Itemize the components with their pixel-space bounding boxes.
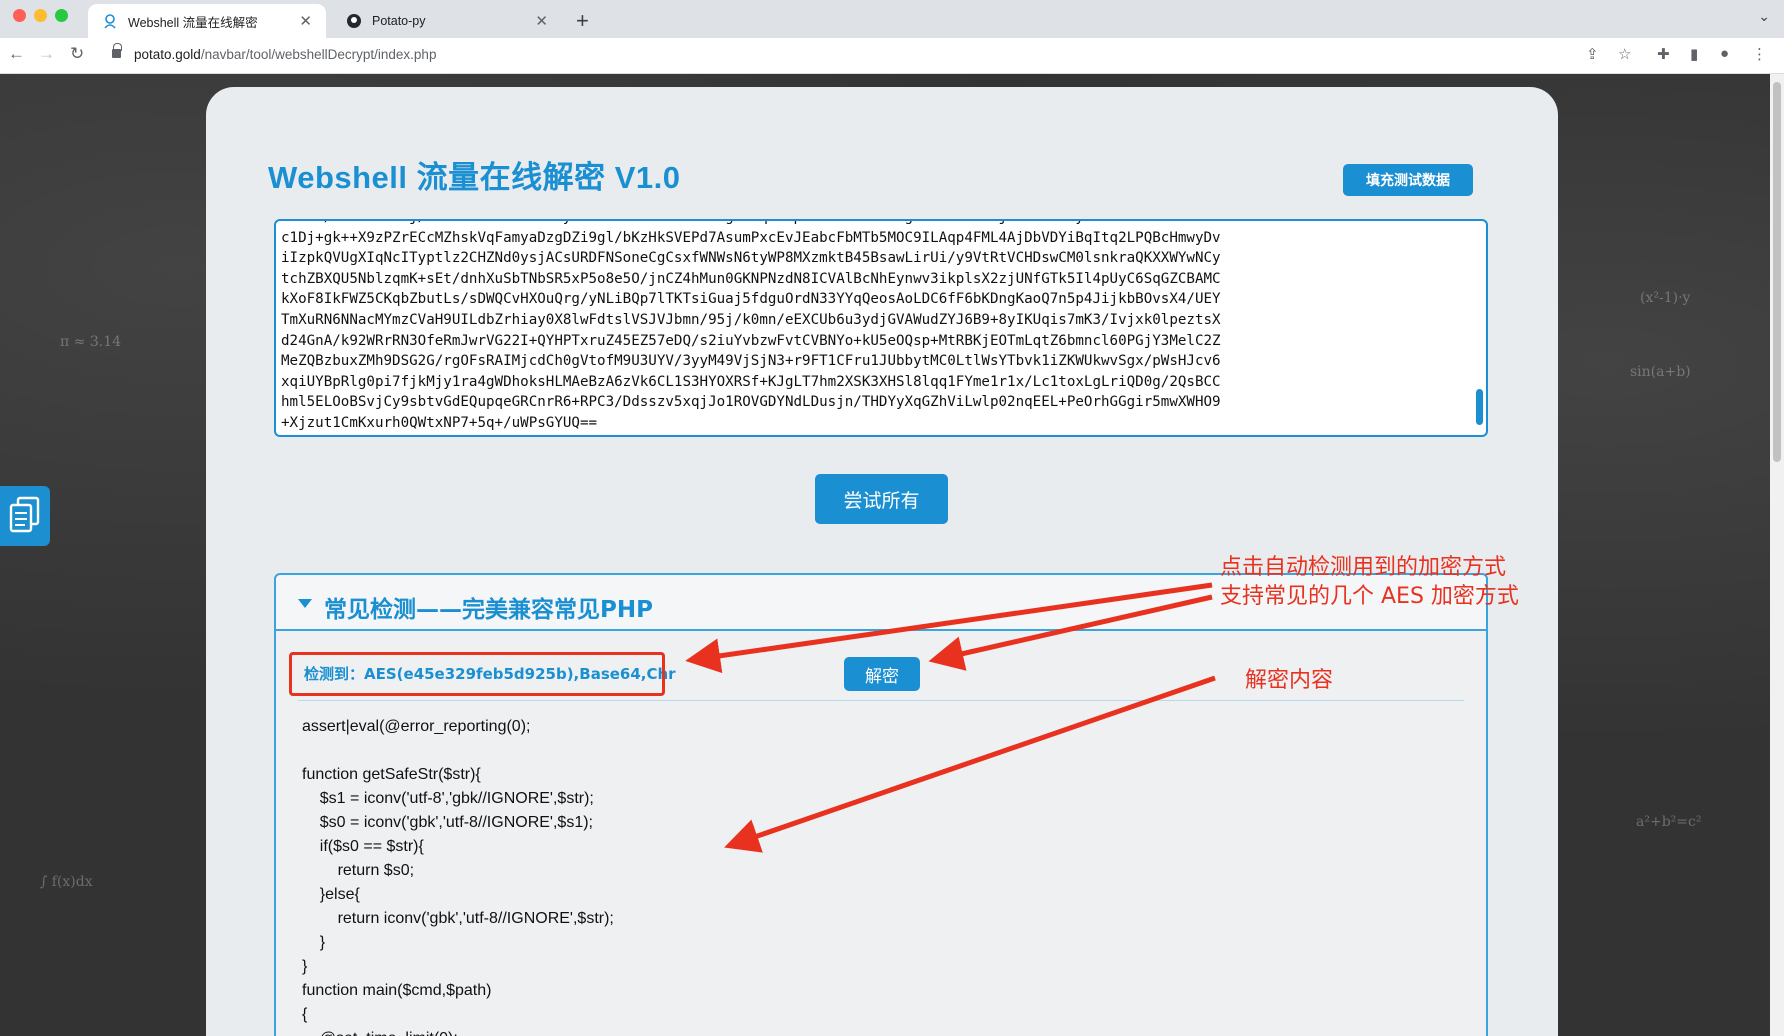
share-icon[interactable]: ⇪: [1586, 45, 1599, 63]
tab-label: Potato-py: [372, 14, 426, 28]
chevron-down-icon[interactable]: ⌄: [1758, 8, 1770, 25]
background-doodle: a²+b²=c²: [1636, 814, 1702, 830]
detected-methods-highlight: [289, 652, 665, 696]
close-tab-icon[interactable]: ✕: [535, 12, 548, 30]
copy-icon: [8, 495, 42, 538]
traffic-data-text: 6xzSK/mmFZOtT6+j/r0K2DJGCLz8H4Dcay9kiLOk…: [281, 221, 1221, 431]
background-doodle: ∫ f(x)dx: [40, 874, 93, 890]
bookmark-star-icon[interactable]: ☆: [1618, 45, 1631, 63]
tab-label: Webshell 流量在线解密: [128, 15, 258, 30]
address-bar[interactable]: potato.gold/navbar/tool/webshellDecrypt/…: [134, 47, 436, 62]
background-doodle: (x²-1)·y: [1640, 290, 1691, 306]
browser-toolbar: ← → ↻ potato.gold/navbar/tool/webshellDe…: [0, 38, 1784, 74]
try-all-button[interactable]: 尝试所有: [815, 474, 948, 524]
back-arrow-icon[interactable]: ←: [8, 44, 25, 64]
scrollbar-thumb[interactable]: [1773, 82, 1781, 462]
traffic-data-textarea[interactable]: 6xzSK/mmFZOtT6+j/r0K2DJGCLz8H4Dcay9kiLOk…: [274, 219, 1488, 437]
page-title: Webshell 流量在线解密 V1.0: [268, 160, 681, 195]
detection-section-title: 常见检测——完美兼容常见PHP: [324, 597, 653, 623]
tab-webshell-decrypt[interactable]: Webshell 流量在线解密 ✕: [88, 4, 326, 38]
url-path: /navbar/tool/webshellDecrypt/index.php: [200, 47, 437, 62]
minimize-window-button[interactable]: [34, 9, 47, 22]
background-doodle: π ≈ 3.14: [60, 334, 122, 350]
common-detection-panel: 常见检测——完美兼容常见PHP 检测到：AES(e45e329feb5d925b…: [274, 573, 1488, 1036]
close-tab-icon[interactable]: ✕: [299, 12, 312, 30]
close-window-button[interactable]: [13, 9, 26, 22]
profile-avatar-icon[interactable]: ●: [1720, 45, 1729, 62]
floating-copy-button[interactable]: [0, 486, 50, 546]
textarea-scroll-thumb[interactable]: [1476, 389, 1483, 425]
decrypted-content: assert|eval(@error_reporting(0); functio…: [302, 718, 614, 1036]
reload-icon[interactable]: ↻: [70, 44, 84, 64]
annotation-note-auto-detect: 点击自动检测用到的加密方式: [1220, 555, 1507, 580]
sidebar-icon[interactable]: ▮: [1690, 45, 1698, 63]
fill-test-data-button[interactable]: 填充测试数据: [1343, 164, 1473, 196]
background-doodle: sin(a+b): [1630, 364, 1691, 380]
extensions-icon[interactable]: ✚: [1657, 45, 1670, 63]
page-scrollbar[interactable]: [1770, 74, 1784, 1036]
annotation-note-aes-support: 支持常见的几个 AES 加密方式: [1220, 584, 1519, 609]
more-menu-icon[interactable]: ⋮: [1752, 45, 1767, 63]
result-divider: [298, 700, 1464, 701]
url-host: potato.gold: [134, 47, 201, 62]
new-tab-icon[interactable]: +: [576, 8, 589, 34]
forward-arrow-icon[interactable]: →: [38, 44, 55, 64]
caret-down-icon[interactable]: [298, 599, 312, 608]
github-icon: [346, 13, 362, 29]
maximize-window-button[interactable]: [55, 9, 68, 22]
decrypt-button[interactable]: 解密: [844, 657, 920, 691]
tab-potato-py[interactable]: Potato-py ✕: [332, 4, 562, 38]
lock-icon[interactable]: [112, 43, 122, 58]
browser-tab-bar: Webshell 流量在线解密 ✕ Potato-py ✕ + ⌄: [0, 0, 1784, 38]
potato-icon: [102, 13, 118, 29]
annotation-note-decrypted-content: 解密内容: [1245, 668, 1334, 693]
